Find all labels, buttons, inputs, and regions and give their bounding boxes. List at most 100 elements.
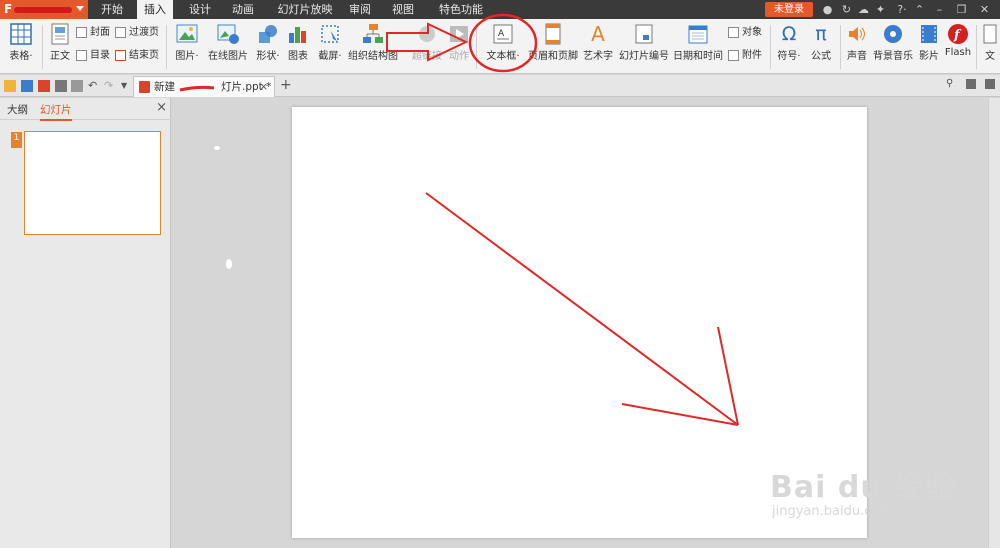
login-button[interactable]: 未登录: [765, 2, 813, 17]
document-tab[interactable]: 新建 灯片.ppt * ×: [133, 76, 275, 97]
table-button[interactable]: 表格·: [6, 23, 36, 62]
collapse-ribbon-icon[interactable]: ⌃: [913, 3, 926, 16]
close-tab-icon[interactable]: ×: [259, 77, 268, 97]
app-logo: F: [4, 2, 13, 16]
shape-button[interactable]: 形状·: [253, 23, 283, 62]
pin-icon[interactable]: ⚲: [946, 79, 956, 89]
textbox-button[interactable]: A 文本框·: [482, 23, 524, 62]
print-preview-icon[interactable]: [71, 80, 83, 92]
ppt-file-icon: [139, 81, 150, 93]
end-page-button[interactable]: 结束页: [115, 48, 159, 64]
wordart-button[interactable]: A 艺术字: [582, 23, 614, 62]
slide-number-button[interactable]: 幻灯片编号: [618, 23, 670, 62]
save-icon[interactable]: [21, 80, 33, 92]
tshirt-icon[interactable]: ✦: [874, 3, 887, 16]
skin-icon[interactable]: ●: [821, 3, 834, 16]
formula-label: 公式: [811, 51, 831, 62]
pi-icon: π: [815, 23, 827, 45]
action-button[interactable]: 动作: [446, 23, 472, 62]
tab-view[interactable]: 视图: [387, 0, 419, 19]
divider: [42, 25, 43, 69]
tab-special-features[interactable]: 特色功能: [434, 0, 488, 19]
more-text-button[interactable]: 文: [982, 23, 998, 62]
picture-button[interactable]: 图片·: [171, 23, 203, 62]
baidu-jingyan-watermark: Bai du 经验 jingyan.baidu.com: [770, 462, 957, 519]
header-footer-icon: [545, 23, 561, 45]
slide-number-label: 幻灯片编号: [619, 51, 669, 62]
online-picture-label: 在线图片: [208, 51, 248, 62]
help-icon[interactable]: ?·: [893, 3, 911, 16]
chart-button[interactable]: 图表: [286, 23, 310, 62]
online-picture-button[interactable]: 在线图片: [207, 23, 249, 62]
formula-button[interactable]: π 公式: [808, 23, 834, 62]
main-text-label: 正文: [50, 51, 70, 62]
close-panel-icon[interactable]: ×: [156, 100, 167, 115]
restore-icon[interactable]: ❐: [955, 3, 968, 16]
tab-list-icon[interactable]: [985, 79, 995, 89]
object-button[interactable]: 对象: [728, 25, 762, 41]
movie-label: 影片: [919, 51, 939, 62]
symbol-button[interactable]: Ω 符号·: [774, 23, 804, 62]
hyperlink-button[interactable]: 超链接: [410, 23, 444, 62]
new-tab-button[interactable]: +: [280, 77, 292, 93]
insert-ribbon: 表格· 正文 封面 目录 过渡页 结束页 图片· 在线图片 形状· 图表 截屏·…: [0, 19, 1000, 74]
transition-page-button[interactable]: 过渡页: [115, 25, 159, 41]
screenshot-label: 截屏·: [318, 51, 342, 62]
table-label: 表格·: [9, 51, 33, 62]
customize-dropdown-icon[interactable]: ▼: [121, 80, 133, 92]
app-menu-button[interactable]: F: [0, 0, 88, 19]
flash-label: Flash: [944, 47, 972, 58]
watermark-logo: Bai du 经验: [770, 470, 957, 505]
page-icon: [51, 23, 69, 45]
tab-slideshow[interactable]: 幻灯片放映: [274, 0, 336, 19]
transition-page-icon: [115, 26, 126, 38]
tab-insert[interactable]: 插入: [137, 0, 173, 19]
slide-number-icon: [635, 24, 653, 44]
open-folder-icon[interactable]: [4, 80, 16, 92]
divider: [770, 25, 771, 69]
flash-button[interactable]: f Flash: [944, 23, 972, 58]
tab-design[interactable]: 设计: [184, 0, 216, 19]
tab-review[interactable]: 审阅: [344, 0, 376, 19]
minimize-icon[interactable]: –: [933, 3, 946, 16]
tab-slides[interactable]: 幻灯片: [40, 102, 72, 121]
tab-outline[interactable]: 大纲: [7, 102, 28, 117]
org-chart-label: 组织结构图: [348, 51, 398, 62]
textbox-icon: A: [493, 24, 513, 44]
header-footer-button[interactable]: 页眉和页脚: [528, 23, 578, 62]
dropdown-arrow-icon: [76, 6, 84, 11]
print-icon[interactable]: [55, 80, 67, 92]
background-music-button[interactable]: 背景音乐: [872, 23, 914, 62]
export-pdf-icon[interactable]: [38, 80, 50, 92]
redo-icon[interactable]: ↷: [104, 80, 116, 92]
undo-icon[interactable]: ↶: [88, 80, 100, 92]
toc-button[interactable]: 目录: [76, 48, 110, 64]
close-window-icon[interactable]: ✕: [978, 3, 991, 16]
object-label: 对象: [742, 27, 762, 38]
speaker-icon: [849, 27, 865, 41]
main-text-button[interactable]: 正文: [46, 23, 74, 62]
cloud-icon[interactable]: ☁: [857, 3, 870, 16]
attachment-button[interactable]: 附件: [728, 48, 762, 64]
tab-animation[interactable]: 动画: [227, 0, 259, 19]
shape-icon: [259, 25, 277, 43]
vertical-scrollbar[interactable]: [988, 98, 1000, 548]
slide-thumbnail[interactable]: [24, 131, 161, 235]
tab-start[interactable]: 开始: [96, 0, 128, 19]
slide-number-badge: 1: [11, 132, 22, 148]
sound-button[interactable]: 声音: [844, 23, 870, 62]
more-label: 文: [985, 51, 995, 62]
textbox-label: 文本框·: [486, 51, 520, 62]
cover-button[interactable]: 封面: [76, 25, 110, 41]
date-time-button[interactable]: 日期和时间: [673, 23, 723, 62]
refresh-icon[interactable]: ↻: [840, 3, 853, 16]
date-time-label: 日期和时间: [673, 51, 723, 62]
menu-bar: F 开始 插入 设计 动画 幻灯片放映 审阅 视图 特色功能 未登录 ● ↻ ☁…: [0, 0, 1000, 19]
movie-button[interactable]: 影片: [916, 23, 942, 62]
attachment-icon: [728, 49, 739, 61]
screenshot-button[interactable]: 截屏·: [314, 23, 346, 62]
cover-icon: [76, 26, 87, 38]
action-label: 动作: [449, 51, 469, 62]
org-chart-button[interactable]: 组织结构图: [348, 23, 398, 62]
window-mode-icon[interactable]: [966, 79, 976, 89]
